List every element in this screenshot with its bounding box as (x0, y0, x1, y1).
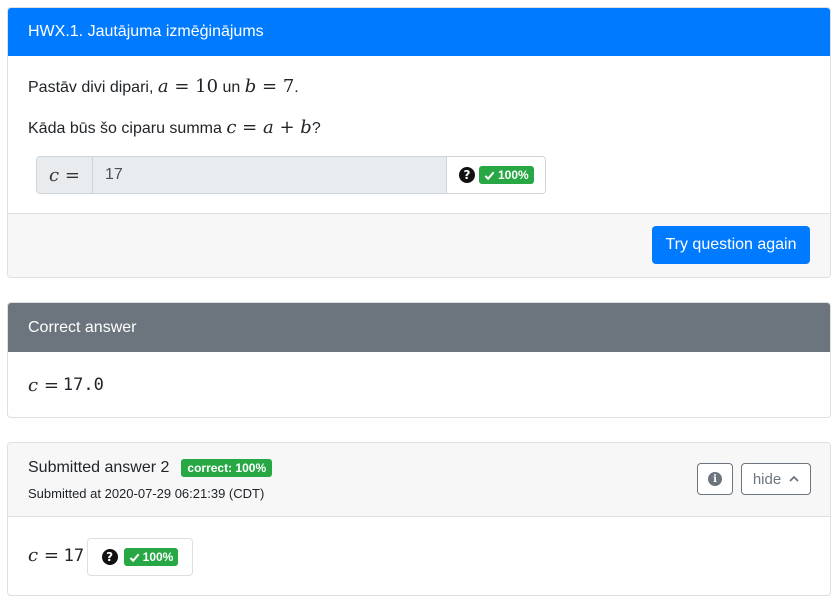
submission-body: c = 17 ? 100% (8, 517, 830, 595)
correct-answer-value: 17.0 (62, 375, 104, 395)
correct-answer-header: Correct answer (8, 303, 830, 352)
question-footer: Try question again (8, 213, 830, 277)
conjunction-text: un (222, 79, 241, 96)
score-badge: 100% (479, 166, 534, 184)
input-label: c = (37, 157, 93, 193)
correct-answer-title: Correct answer (28, 318, 137, 336)
try-again-button[interactable]: Try question again (652, 226, 810, 264)
question-header: HWX.1. Jautājuma izmēģinājums (8, 8, 830, 56)
hide-label: hide (752, 470, 782, 488)
question-circle-icon[interactable]: ? (459, 167, 475, 183)
submitted-answer-card: Submitted answer 2 correct: 100% Submitt… (7, 442, 831, 596)
submitted-answer-value: 17 (63, 546, 85, 566)
answer-input-group: c = 17 ? 100% (36, 156, 546, 194)
question-card: HWX.1. Jautājuma izmēģinājums Pastāv div… (7, 7, 831, 278)
question-body: Pastāv divi dipari, a = 10 un b = 7. Kād… (8, 56, 830, 214)
submitted-answer: c = 17 (28, 545, 84, 566)
check-icon (484, 171, 495, 180)
submission-status-badge: correct: 100% (181, 459, 273, 477)
submitted-feedback: ? 100% (87, 538, 193, 576)
submission-title: Submitted answer 2 (28, 459, 170, 476)
info-circle-icon: i (708, 472, 722, 486)
question-title: HWX.1. Jautājuma izmēģinājums (28, 23, 264, 40)
correct-answer-card: Correct answer c = 17.0 (7, 302, 831, 418)
submission-timestamp: Submitted at 2020-07-29 06:21:39 (CDT) (28, 486, 265, 501)
correct-answer-body: c = 17.0 (8, 352, 830, 417)
question-circle-icon[interactable]: ? (101, 549, 118, 565)
submission-header: Submitted answer 2 correct: 100% Submitt… (8, 443, 830, 517)
info-button[interactable]: i (697, 463, 733, 495)
question-text: Kāda būs šo ciparu summa (28, 120, 222, 137)
question-line-1: Pastāv divi dipari, a = 10 un b = 7. (28, 76, 299, 97)
question-line-2: Kāda būs šo ciparu summa c = a + b? (28, 117, 321, 138)
answer-input[interactable]: 17 (93, 157, 447, 193)
chevron-up-icon (789, 475, 799, 482)
math-b-eq: b = 7 (244, 76, 295, 97)
submitted-answer-var: c = (28, 545, 59, 566)
math-sum-eq: c = a + b (226, 117, 312, 138)
submission-title-row: Submitted answer 2 correct: 100% (28, 459, 273, 477)
correct-answer-var: c = (28, 374, 59, 396)
question-text: Pastāv divi dipari, (28, 79, 154, 96)
hide-button[interactable]: hide (741, 463, 811, 495)
submitted-score-badge: 100% (123, 548, 179, 566)
check-icon (129, 553, 140, 562)
input-feedback: ? 100% (447, 157, 545, 193)
math-a-eq: a = 10 (157, 76, 219, 97)
